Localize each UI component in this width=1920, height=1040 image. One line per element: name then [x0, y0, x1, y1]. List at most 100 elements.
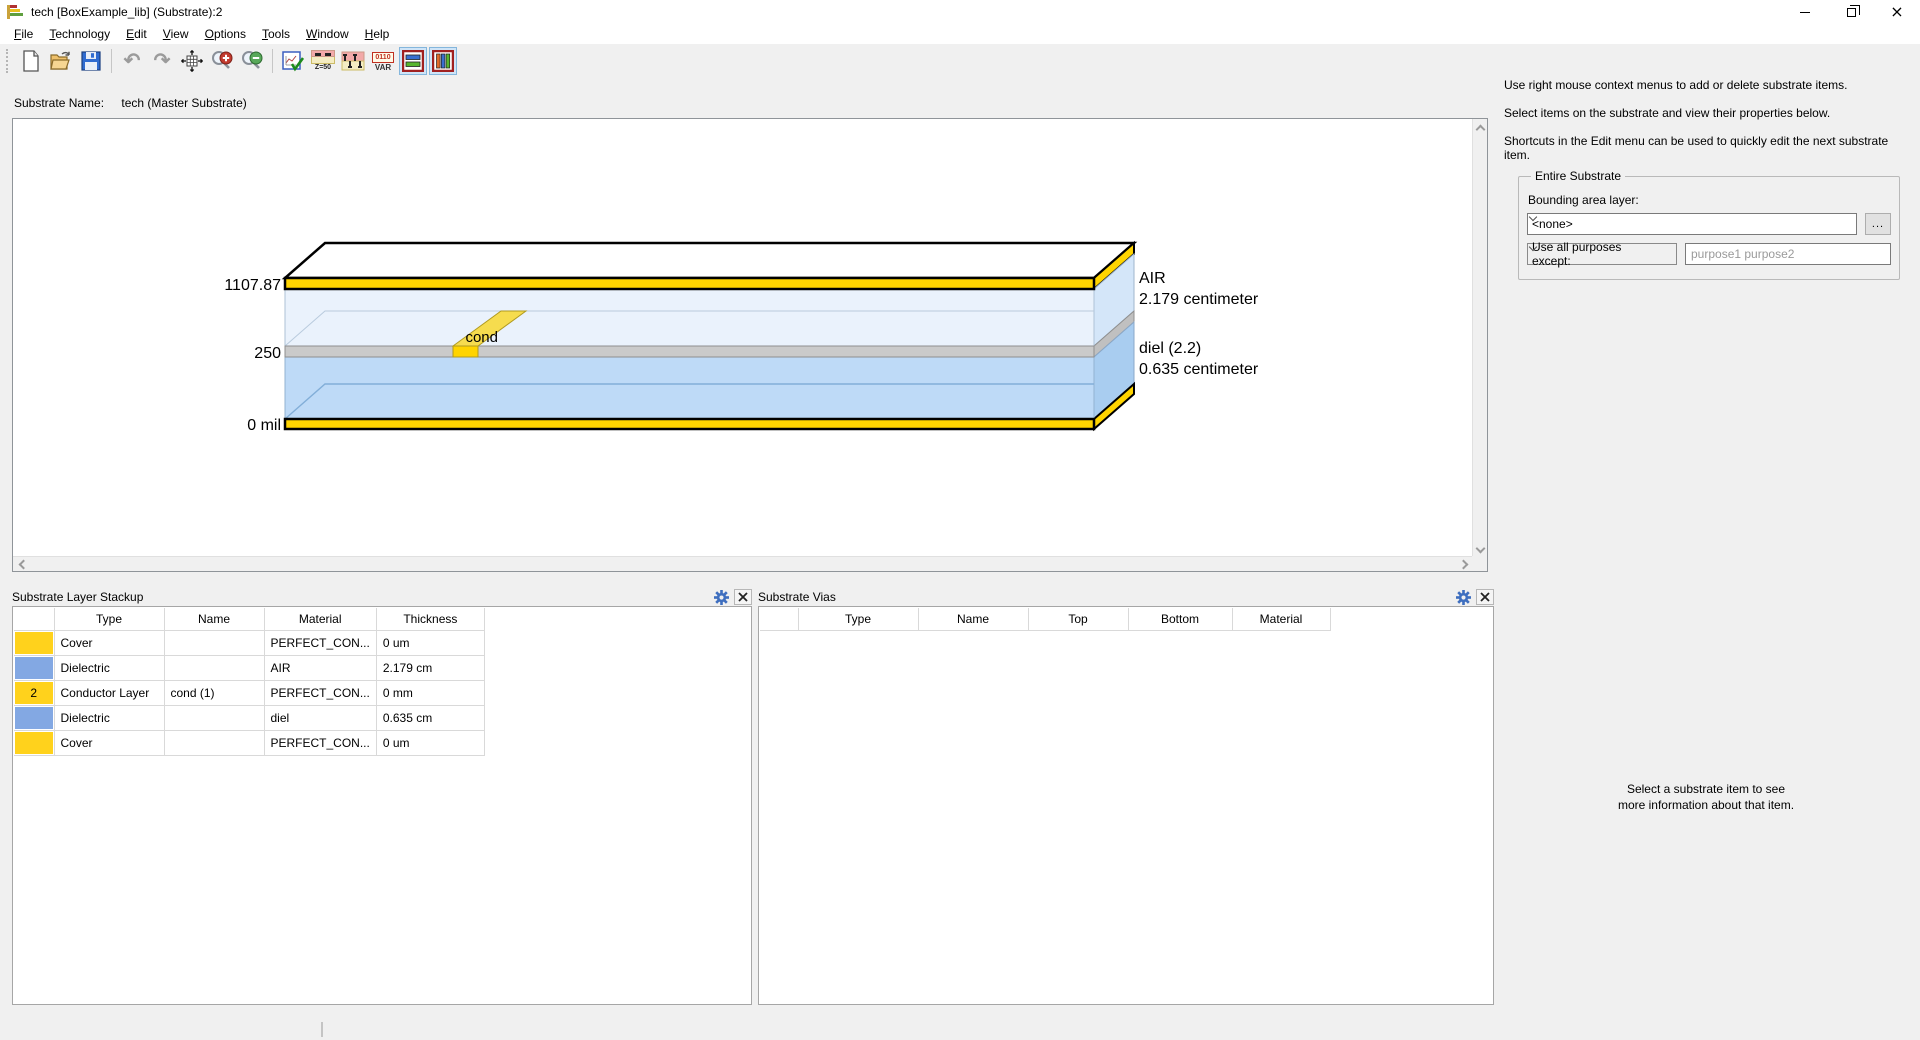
- canvas-vertical-scrollbar[interactable]: [1472, 119, 1487, 557]
- open-button[interactable]: [47, 47, 75, 75]
- stackup-editor-button[interactable]: [339, 47, 367, 75]
- port-impedance-icon: Z=50: [311, 50, 335, 72]
- cell-thickness[interactable]: 0 mm: [376, 680, 485, 706]
- cell-material[interactable]: AIR: [264, 655, 377, 681]
- check-technology-button[interactable]: [279, 47, 307, 75]
- cell-name[interactable]: [164, 730, 265, 756]
- stackup-table-area[interactable]: Type Name Material Thickness Cover PERFE…: [12, 606, 752, 1005]
- col-material[interactable]: Material: [264, 608, 377, 631]
- cell-name[interactable]: [164, 630, 265, 656]
- col-thickness[interactable]: Thickness: [376, 608, 485, 631]
- pan-view-button[interactable]: [178, 47, 206, 75]
- cell-material[interactable]: diel: [264, 705, 377, 731]
- cell-material[interactable]: PERFECT_CON...: [264, 630, 377, 656]
- col-top[interactable]: Top: [1028, 608, 1129, 631]
- zoom-out-button[interactable]: [238, 47, 266, 75]
- stackup-settings-button[interactable]: [712, 589, 730, 605]
- cell-type[interactable]: Conductor Layer: [54, 680, 165, 706]
- browse-button[interactable]: ...: [1865, 213, 1891, 235]
- redo-button[interactable]: ↷: [148, 47, 176, 75]
- menu-bar: File Technology Edit View Options Tools …: [0, 24, 1920, 44]
- label-air-name: AIR: [1139, 270, 1166, 287]
- col-bottom[interactable]: Bottom: [1128, 608, 1233, 631]
- toolbar: ↶ ↷ Z=50 0110 VAR: [0, 44, 1920, 78]
- menu-file[interactable]: File: [6, 25, 41, 43]
- restore-button[interactable]: [1828, 0, 1874, 24]
- table-row[interactable]: 2 Conductor Layer cond (1) PERFECT_CON..…: [14, 680, 485, 706]
- app-icon: [7, 5, 23, 19]
- cell-name[interactable]: [164, 705, 265, 731]
- menu-view[interactable]: View: [155, 25, 197, 43]
- substrate-layer-view-toggle[interactable]: [399, 47, 427, 75]
- table-row[interactable]: Dielectric AIR 2.179 cm: [14, 655, 485, 681]
- substrate-via-view-icon: [432, 50, 454, 72]
- cell-name[interactable]: cond (1): [164, 680, 265, 706]
- scroll-down-icon[interactable]: [1476, 545, 1484, 553]
- variables-button[interactable]: 0110 VAR: [369, 47, 397, 75]
- cell-type[interactable]: Dielectric: [54, 705, 165, 731]
- menu-edit[interactable]: Edit: [118, 25, 155, 43]
- col-name[interactable]: Name: [164, 608, 265, 631]
- menu-window[interactable]: Window: [298, 25, 357, 43]
- cell-thickness[interactable]: 0 um: [376, 730, 485, 756]
- cell-type[interactable]: Cover: [54, 630, 165, 656]
- undo-button[interactable]: ↶: [118, 47, 146, 75]
- status-bar: [0, 1010, 1920, 1040]
- menu-options[interactable]: Options: [197, 25, 254, 43]
- table-row[interactable]: Cover PERFECT_CON... 0 um: [14, 630, 485, 656]
- cell-name[interactable]: [164, 655, 265, 681]
- status-divider: [321, 1022, 323, 1037]
- canvas-horizontal-scrollbar[interactable]: [13, 556, 1472, 571]
- zoom-in-button[interactable]: [208, 47, 236, 75]
- substrate-canvas[interactable]: 1107.87 250 0 mil cond AIR 2.179 centime…: [12, 118, 1488, 572]
- label-cond-trace: cond: [465, 329, 498, 346]
- toolbar-separator: [111, 49, 112, 73]
- cell-thickness[interactable]: 0.635 cm: [376, 705, 485, 731]
- scroll-right-icon[interactable]: [1460, 560, 1468, 568]
- menu-help[interactable]: Help: [357, 25, 398, 43]
- scroll-left-icon[interactable]: [17, 560, 25, 568]
- vias-close-button[interactable]: [1476, 589, 1494, 605]
- cell-type[interactable]: Dielectric: [54, 655, 165, 681]
- cell-thickness[interactable]: 0 um: [376, 630, 485, 656]
- minimize-button[interactable]: [1782, 0, 1828, 24]
- vias-settings-button[interactable]: [1454, 589, 1472, 605]
- new-file-icon: [23, 50, 39, 72]
- substrate-vias-panel: Substrate Vias Type Name Top Bottom Mate…: [758, 588, 1494, 1005]
- layer-color-swatch: 2: [15, 681, 53, 704]
- col-type[interactable]: Type: [798, 608, 919, 631]
- zoom-in-icon: [212, 51, 233, 69]
- new-file-button[interactable]: [17, 47, 45, 75]
- cell-material[interactable]: PERFECT_CON...: [264, 730, 377, 756]
- substrate-via-view-toggle[interactable]: [429, 47, 457, 75]
- close-icon: [1480, 592, 1490, 602]
- bounding-area-select[interactable]: <none>: [1527, 213, 1857, 235]
- purposes-input[interactable]: purpose1 purpose2: [1685, 243, 1891, 265]
- col-name[interactable]: Name: [918, 608, 1029, 631]
- instruction-line: Shortcuts in the Edit menu can be used t…: [1504, 134, 1889, 162]
- cell-material[interactable]: PERFECT_CON...: [264, 680, 377, 706]
- close-button[interactable]: ×: [1874, 0, 1920, 24]
- col-swatch[interactable]: [14, 608, 55, 631]
- stackup-header-row: Type Name Material Thickness: [14, 608, 485, 631]
- col-swatch[interactable]: [760, 608, 799, 631]
- substrate-name-value: tech (Master Substrate): [121, 96, 247, 110]
- purposes-mode-select[interactable]: Use all purposes except:: [1527, 240, 1677, 268]
- title-bar: tech [BoxExample_lib] (Substrate):2 ×: [0, 0, 1920, 24]
- table-row[interactable]: Dielectric diel 0.635 cm: [14, 705, 485, 731]
- table-row[interactable]: Cover PERFECT_CON... 0 um: [14, 730, 485, 756]
- cell-type[interactable]: Cover: [54, 730, 165, 756]
- menu-tools[interactable]: Tools: [254, 25, 298, 43]
- save-button[interactable]: [77, 47, 105, 75]
- port-impedance-button[interactable]: Z=50: [309, 47, 337, 75]
- minimize-icon: [1800, 11, 1810, 13]
- cell-thickness[interactable]: 2.179 cm: [376, 655, 485, 681]
- open-folder-icon: [50, 51, 70, 70]
- vias-table-area[interactable]: Type Name Top Bottom Material: [758, 606, 1494, 1005]
- col-type[interactable]: Type: [54, 608, 165, 631]
- stackup-close-button[interactable]: [734, 589, 752, 605]
- scroll-up-icon[interactable]: [1476, 123, 1484, 131]
- toolbar-drag-handle[interactable]: [6, 49, 11, 73]
- col-material[interactable]: Material: [1232, 608, 1331, 631]
- menu-technology[interactable]: Technology: [41, 25, 118, 43]
